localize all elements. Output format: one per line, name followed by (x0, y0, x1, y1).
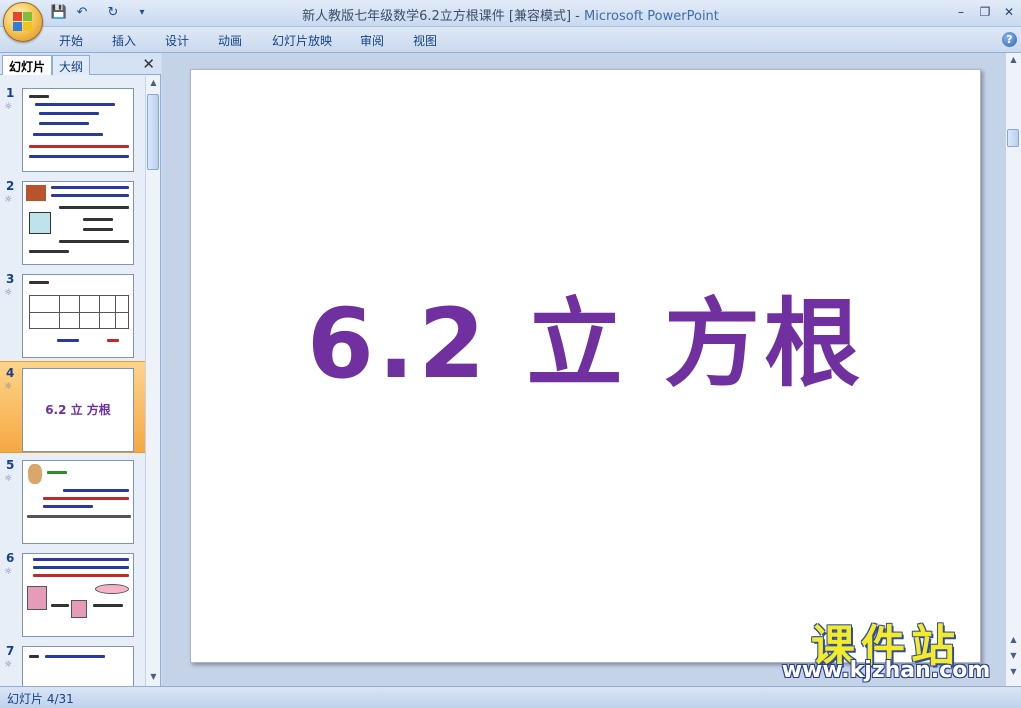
tab-home[interactable]: 开始 (59, 32, 83, 49)
thumbnail-6[interactable]: 6 ☼ (0, 547, 145, 639)
restore-button[interactable]: ❐ (974, 3, 996, 21)
current-slide[interactable]: 6.2 立 方根 (190, 69, 981, 663)
office-button[interactable] (3, 2, 43, 42)
animation-icon: ☼ (4, 474, 13, 484)
thumbnail-preview (22, 460, 134, 544)
tab-animations[interactable]: 动画 (218, 32, 242, 49)
thumbnail-preview (22, 88, 134, 172)
tab-outline[interactable]: 大纲 (52, 55, 91, 75)
thumbnail-preview: 6.2 立 方根 (22, 368, 134, 452)
watermark-logo: 课件站 www.kjzhan.com (770, 610, 1002, 686)
animation-icon: ☼ (4, 102, 13, 112)
document-title: 新人教版七年级数学6.2立方根课件 [兼容模式] (302, 9, 572, 24)
thumbnail-number: 5 (6, 458, 15, 472)
watermark-url: www.kjzhan.com (781, 658, 991, 683)
title-bar: 💾 ↶ ↻ ▾ 新人教版七年级数学6.2立方根课件 [兼容模式] - Micro… (0, 0, 1021, 42)
thumbnail-7[interactable]: 7 ☼ (0, 640, 145, 686)
previous-slide-icon[interactable]: ▲ (1006, 633, 1021, 647)
thumbnail-number: 4 (6, 366, 15, 380)
thumbnail-number: 7 (6, 644, 15, 658)
next-slide-icon[interactable]: ▼ (1006, 649, 1021, 663)
thumbnail-3[interactable]: 3 ☼ (0, 268, 145, 360)
slide-title[interactable]: 6.2 立 方根 (191, 266, 980, 405)
scroll-up-icon[interactable]: ▲ (1006, 53, 1021, 67)
minimize-button[interactable]: – (950, 3, 972, 21)
animation-icon: ☼ (4, 567, 13, 577)
slide-indicator: 幻灯片 4/31 (7, 692, 74, 706)
scroll-up-icon[interactable]: ▲ (146, 76, 161, 90)
scroll-down-icon[interactable]: ▼ (146, 670, 161, 684)
status-bar: 幻灯片 4/31 (0, 686, 1021, 708)
help-icon[interactable]: ? (1002, 32, 1017, 47)
app-name: Microsoft PowerPoint (584, 9, 719, 24)
close-button[interactable]: ✕ (998, 3, 1020, 21)
thumbnail-1[interactable]: 1 ☼ (0, 82, 145, 174)
thumbnail-number: 6 (6, 551, 15, 565)
thumbnail-scrollbar[interactable]: ▲ ▼ (145, 76, 160, 686)
animation-icon: ☼ (4, 382, 13, 392)
animation-icon: ☼ (4, 195, 13, 205)
scroll-thumb[interactable] (147, 94, 159, 170)
tab-design[interactable]: 设计 (165, 32, 189, 49)
slide-editor: 6.2 立 方根 (162, 53, 1005, 686)
thumbnail-number: 3 (6, 272, 15, 286)
thumbnail-preview (22, 553, 134, 637)
thumbnail-number: 1 (6, 86, 15, 100)
thumbnail-preview (22, 181, 134, 265)
ribbon-tabs: 开始 插入 设计 动画 幻灯片放映 审阅 视图 ? (0, 27, 1021, 53)
editor-scrollbar[interactable]: ▲ ▲ ▼ ▼ (1005, 53, 1021, 686)
thumbnail-number: 2 (6, 179, 15, 193)
tab-view[interactable]: 视图 (413, 32, 437, 49)
scroll-thumb[interactable] (1007, 129, 1019, 147)
tab-slides[interactable]: 幻灯片 (2, 55, 53, 75)
window-title: 新人教版七年级数学6.2立方根课件 [兼容模式] - Microsoft Pow… (0, 5, 1021, 24)
slides-panel: 幻灯片 大纲 ✕ 1 ☼ 2 ☼ 3 ☼ 4 ☼ 6.2 立 方根 5 ☼ 6 … (0, 53, 161, 686)
animation-icon: ☼ (4, 660, 13, 670)
thumbnail-list: 1 ☼ 2 ☼ 3 ☼ 4 ☼ 6.2 立 方根 5 ☼ 6 ☼ 7 ☼ (0, 76, 145, 686)
thumbnail-2[interactable]: 2 ☼ (0, 175, 145, 267)
thumbnail-5[interactable]: 5 ☼ (0, 454, 145, 546)
thumbnail-preview (22, 274, 134, 358)
thumbnail-4[interactable]: 4 ☼ 6.2 立 方根 (0, 361, 145, 453)
animation-icon: ☼ (4, 288, 13, 298)
panel-tabs: 幻灯片 大纲 ✕ (0, 53, 161, 75)
thumbnail-title: 6.2 立 方根 (45, 403, 111, 417)
scroll-down-icon[interactable]: ▼ (1006, 665, 1021, 679)
tab-insert[interactable]: 插入 (112, 32, 136, 49)
title-separator: - (571, 9, 585, 24)
tab-slideshow[interactable]: 幻灯片放映 (272, 32, 332, 49)
thumbnail-preview (22, 646, 134, 686)
panel-close-icon[interactable]: ✕ (142, 55, 155, 73)
tab-review[interactable]: 审阅 (360, 32, 384, 49)
office-logo-icon (13, 12, 33, 32)
